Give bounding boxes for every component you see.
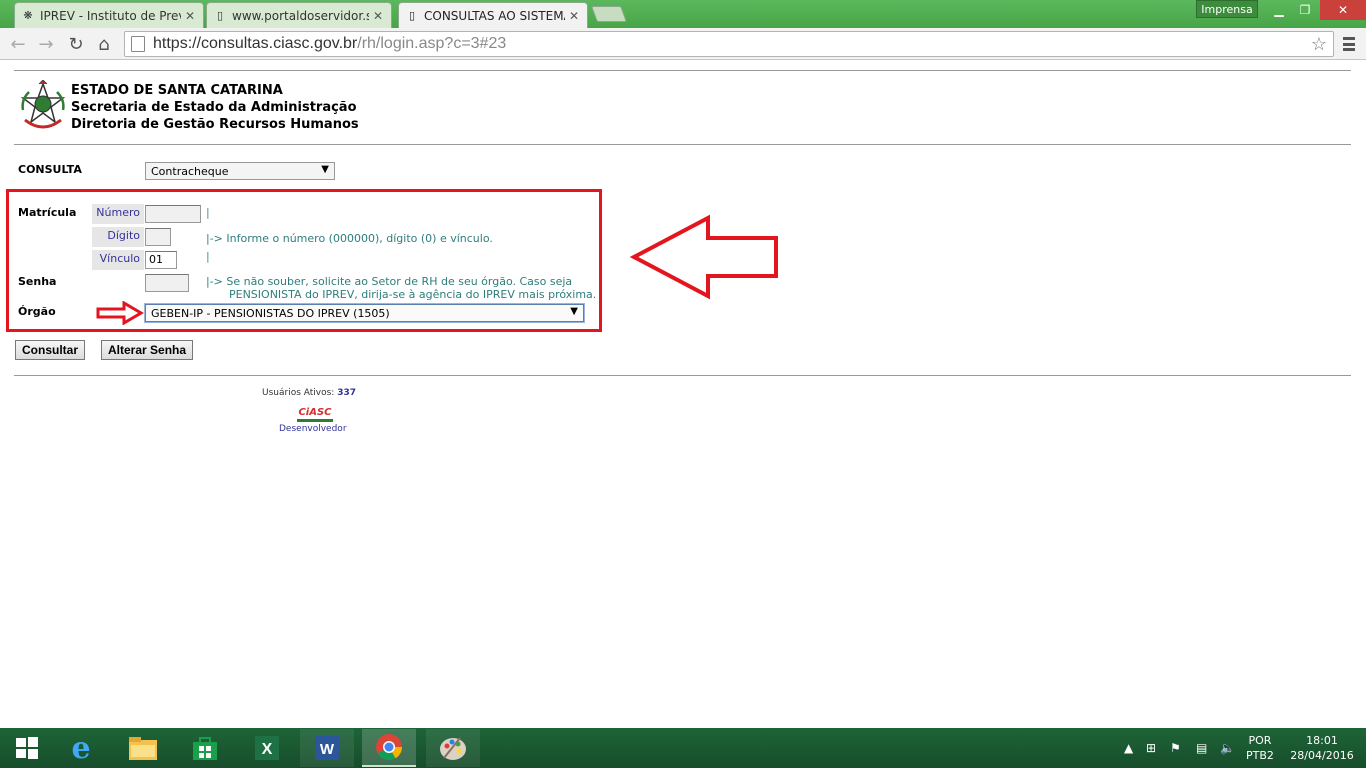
matricula-hint: |-> Informe o número (000000), dígito (0…	[206, 232, 493, 245]
usuarios-ativos-count: 337	[337, 388, 357, 398]
tab-consultas[interactable]: ▯ CONSULTAS AO SISTEMA ✕	[398, 2, 588, 28]
org-line-secretariat: Secretaria de Estado da Administração	[71, 100, 357, 115]
browser-tab-bar: ❋ IPREV - Instituto de Previd ✕ ▯ www.po…	[0, 0, 1366, 28]
consulta-select[interactable]: Contracheque ▼	[145, 162, 335, 180]
orgao-selected-value: GEBEN-IP - PENSIONISTAS DO IPREV (1505)	[151, 307, 390, 320]
close-tab-icon[interactable]: ✕	[185, 9, 197, 23]
separator-pipe: |	[206, 206, 210, 219]
consulta-label: CONSULTA	[18, 163, 82, 176]
usuarios-ativos-label: Usuários Ativos:	[262, 388, 335, 398]
tab-title: CONSULTAS AO SISTEMA	[424, 8, 565, 23]
desenvolvedor-label: Desenvolvedor	[279, 424, 347, 434]
dropdown-arrow-icon: ▼	[570, 306, 578, 317]
page-favicon-icon: ▯	[408, 9, 416, 22]
ciasc-logo-stripe	[297, 419, 333, 422]
tab-portaldoservidor[interactable]: ▯ www.portaldoservidor.sc.g ✕	[206, 2, 392, 28]
language-code: POR	[1248, 734, 1272, 747]
iprev-favicon-icon: ❋	[23, 9, 33, 22]
consultar-button[interactable]: Consultar	[15, 340, 86, 360]
tab-title: www.portaldoservidor.sc.g	[232, 8, 369, 23]
clock-date: 28/04/2016	[1290, 749, 1354, 762]
divider	[14, 375, 1351, 376]
senha-label: Senha	[18, 275, 57, 288]
action-center-flag-icon[interactable]: ⚑	[1170, 728, 1181, 768]
page-content: ESTADO DE SANTA CATARINA Secretaria de E…	[0, 60, 1366, 728]
excel-icon[interactable]: X	[240, 729, 294, 767]
home-icon[interactable]: ⌂	[92, 32, 116, 56]
back-arrow-icon[interactable]: ←	[6, 32, 30, 56]
windows-taskbar: e X W ▲ ⊞ ⚑ ▤ 🔈 POR PTB2 18:01 28/04/201…	[0, 728, 1366, 768]
consulta-selected-value: Contracheque	[151, 165, 229, 178]
ciasc-logo[interactable]: CiASC	[297, 408, 333, 424]
orgao-select[interactable]: GEBEN-IP - PENSIONISTAS DO IPREV (1505) …	[145, 304, 584, 322]
file-explorer-icon[interactable]	[116, 729, 170, 767]
word-icon[interactable]: W	[300, 729, 354, 767]
bookmark-star-icon[interactable]: ☆	[1311, 34, 1327, 55]
close-tab-icon[interactable]: ✕	[569, 9, 581, 23]
svg-text:W: W	[320, 741, 335, 758]
page-icon	[131, 36, 145, 52]
internet-explorer-icon[interactable]: e	[54, 729, 108, 767]
org-line-directorate: Diretoria de Gestão Recursos Humanos	[71, 117, 359, 132]
vinculo-input[interactable]: 01	[145, 251, 177, 269]
keyboard-layout: PTB2	[1246, 749, 1274, 762]
show-hidden-icons[interactable]: ▲	[1124, 728, 1133, 768]
numero-label: Número	[92, 204, 144, 224]
reload-icon[interactable]: ↻	[64, 32, 88, 56]
chrome-icon[interactable]	[362, 729, 416, 767]
browser-toolbar: ← → ↻ ⌂ https://consultas.ciasc.gov.br /…	[0, 28, 1366, 60]
senha-input[interactable]	[145, 274, 189, 292]
address-bar[interactable]: https://consultas.ciasc.gov.br /rh/login…	[124, 31, 1334, 57]
new-tab-button[interactable]	[591, 6, 627, 22]
minimize-icon[interactable]: ▁	[1266, 0, 1292, 20]
vinculo-label: Vínculo	[92, 250, 144, 270]
orgao-label: Órgão	[18, 305, 56, 318]
divider	[14, 70, 1351, 71]
numero-input[interactable]	[145, 205, 201, 223]
small-red-arrow-icon	[96, 301, 144, 325]
close-tab-icon[interactable]: ✕	[373, 9, 385, 23]
windows-flag-tray-icon[interactable]: ⊞	[1146, 728, 1156, 768]
chrome-menu-icon[interactable]	[1340, 34, 1358, 54]
maximize-icon[interactable]: ❐	[1292, 0, 1318, 20]
clock-time: 18:01	[1306, 734, 1338, 747]
organization-header: ESTADO DE SANTA CATARINA Secretaria de E…	[71, 82, 359, 133]
usuarios-ativos: Usuários Ativos: 337	[262, 388, 356, 398]
separator-pipe: |	[206, 250, 210, 263]
tab-iprev[interactable]: ❋ IPREV - Instituto de Previd ✕	[14, 2, 204, 28]
santa-catarina-crest-icon	[20, 80, 66, 129]
senha-hint-line2: PENSIONISTA do IPREV, dirija-se à agênci…	[229, 288, 597, 301]
profile-button[interactable]: Imprensa	[1196, 0, 1258, 18]
alterar-senha-button[interactable]: Alterar Senha	[101, 340, 194, 360]
url-path: /rh/login.asp?c=3#23	[357, 35, 507, 52]
digito-label: Dígito	[92, 227, 144, 247]
matricula-label: Matrícula	[18, 206, 77, 219]
org-line-state: ESTADO DE SANTA CATARINA	[71, 83, 283, 98]
senha-hint-line1: |-> Se não souber, solicite ao Setor de …	[206, 275, 573, 288]
forward-arrow-icon[interactable]: →	[34, 32, 58, 56]
url-host: https://consultas.ciasc.gov.br	[153, 35, 358, 52]
ciasc-logo-text: CiASC	[298, 407, 332, 418]
close-window-icon[interactable]: ✕	[1320, 0, 1366, 20]
paint-icon[interactable]	[426, 729, 480, 767]
windows-start-icon[interactable]	[0, 729, 54, 767]
divider	[14, 144, 1351, 145]
svg-text:X: X	[262, 741, 273, 758]
large-red-arrow-icon	[629, 214, 778, 300]
tab-title: IPREV - Instituto de Previd	[40, 8, 181, 23]
windows-store-icon[interactable]	[178, 729, 232, 767]
digito-input[interactable]	[145, 228, 171, 246]
network-icon[interactable]: ▤	[1196, 728, 1207, 768]
input-language[interactable]: POR PTB2	[1246, 733, 1274, 763]
dropdown-arrow-icon: ▼	[321, 164, 329, 175]
volume-icon[interactable]: 🔈	[1220, 728, 1235, 768]
page-favicon-icon: ▯	[216, 9, 224, 22]
clock[interactable]: 18:01 28/04/2016	[1290, 733, 1354, 763]
